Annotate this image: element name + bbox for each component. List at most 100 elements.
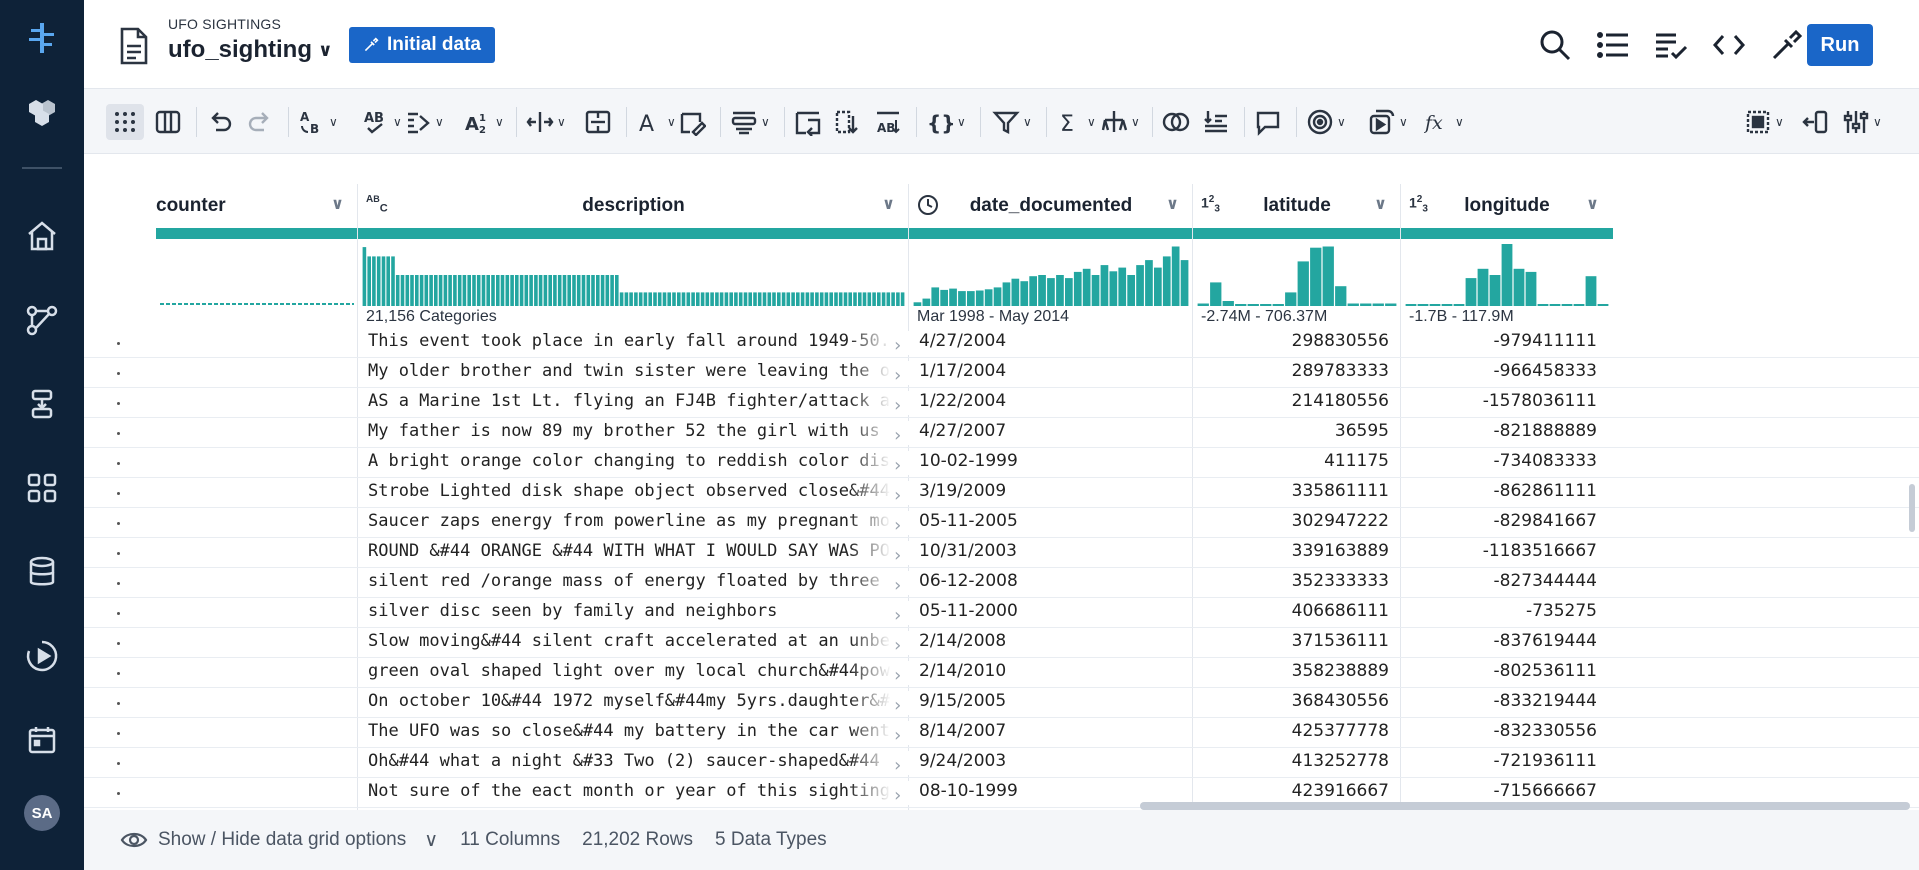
- histogram-bar[interactable]: [1597, 304, 1609, 306]
- date-cell[interactable]: 1/22/2004: [919, 391, 1189, 415]
- latitude-cell[interactable]: 36595: [1197, 421, 1389, 445]
- histogram-bar[interactable]: [1162, 256, 1171, 306]
- histogram-bar[interactable]: [1297, 261, 1309, 306]
- description-cell[interactable]: My older brother and twin sister were le…: [368, 361, 909, 385]
- histogram-bar[interactable]: [1372, 303, 1384, 307]
- histogram-bar[interactable]: [557, 275, 562, 306]
- histogram-bar[interactable]: [624, 292, 629, 306]
- date-cell[interactable]: 10-02-1999: [919, 451, 1189, 475]
- longitude-cell[interactable]: -734083333: [1405, 451, 1597, 475]
- histogram-bar[interactable]: [705, 292, 710, 306]
- histogram-bar[interactable]: [1465, 278, 1477, 306]
- histogram-bar[interactable]: [1047, 278, 1055, 306]
- description-cell[interactable]: The UFO was so close&#44 my battery in t…: [368, 721, 909, 745]
- histogram-bar[interactable]: [829, 292, 833, 306]
- undo-icon[interactable]: [206, 104, 234, 140]
- histogram-bar[interactable]: [1405, 304, 1417, 306]
- histogram-bar[interactable]: [1145, 260, 1153, 306]
- chevron-right-icon[interactable]: ›: [892, 695, 903, 715]
- histogram-bar[interactable]: [653, 292, 657, 306]
- histogram-bar[interactable]: [481, 275, 486, 306]
- histogram-bar[interactable]: [672, 292, 676, 306]
- column-header[interactable]: date_documented ∨: [909, 184, 1193, 228]
- split-column-icon[interactable]: ∨: [526, 104, 566, 140]
- histogram-bar[interactable]: [1091, 275, 1100, 306]
- horizontal-scrollbar[interactable]: [1140, 802, 1910, 810]
- histogram-bar[interactable]: [886, 292, 891, 306]
- histogram-bar[interactable]: [1065, 278, 1073, 306]
- date-cell[interactable]: 8/14/2007: [919, 721, 1189, 745]
- histogram-bar[interactable]: [734, 292, 738, 306]
- longitude-cell[interactable]: -821888889: [1405, 421, 1597, 445]
- histogram-bar[interactable]: [434, 275, 438, 306]
- extract-icon[interactable]: ∨: [730, 104, 770, 140]
- chevron-down-icon[interactable]: ∨: [882, 194, 895, 214]
- histogram-bar[interactable]: [913, 302, 922, 306]
- histogram-bar[interactable]: [1222, 301, 1234, 306]
- histogram-bar[interactable]: [438, 275, 443, 306]
- histogram-bar[interactable]: [1385, 303, 1397, 307]
- histogram-bar[interactable]: [891, 292, 895, 306]
- histogram-bar[interactable]: [605, 275, 610, 306]
- histogram-bar[interactable]: [367, 256, 371, 306]
- table-row[interactable]: A bright orange color changing to reddis…: [84, 448, 1919, 478]
- longitude-cell[interactable]: -1578036111: [1405, 391, 1597, 415]
- histogram-bar[interactable]: [786, 292, 791, 306]
- histogram-bar[interactable]: [791, 292, 795, 306]
- histogram-bar[interactable]: [748, 292, 752, 306]
- vertical-scrollbar[interactable]: [1909, 484, 1915, 532]
- histogram-bar[interactable]: [1525, 271, 1537, 306]
- histogram-bar[interactable]: [896, 292, 900, 306]
- product-logo-icon[interactable]: [22, 18, 62, 58]
- histogram-bar[interactable]: [724, 292, 729, 306]
- date-cell[interactable]: 3/19/2009: [919, 481, 1189, 505]
- histogram-bar[interactable]: [1247, 304, 1259, 306]
- chevron-right-icon[interactable]: ›: [892, 335, 903, 355]
- latitude-cell[interactable]: 298830556: [1197, 331, 1389, 355]
- chevron-right-icon[interactable]: ›: [892, 455, 903, 475]
- date-cell[interactable]: 1/17/2004: [919, 361, 1189, 385]
- initial-data-button[interactable]: Initial data: [349, 27, 495, 63]
- recipe-selector[interactable]: ufo_sighting ∨: [168, 36, 333, 64]
- chevron-down-icon[interactable]: ∨: [1586, 194, 1599, 214]
- description-cell[interactable]: This event took place in early fall arou…: [368, 331, 909, 355]
- histogram-bar[interactable]: [462, 275, 467, 306]
- histogram-bar[interactable]: [848, 292, 852, 306]
- histogram-bar[interactable]: [548, 275, 552, 306]
- histogram-bar[interactable]: [958, 291, 966, 306]
- histogram-bar[interactable]: [581, 275, 586, 306]
- histogram-bar[interactable]: [872, 292, 876, 306]
- comment-icon[interactable]: [1254, 104, 1282, 140]
- latitude-cell[interactable]: 425377778: [1197, 721, 1389, 745]
- ai-assistant-icon[interactable]: [22, 92, 62, 132]
- list-icon[interactable]: [1593, 25, 1633, 65]
- table-row[interactable]: Strobe Lighted disk shape object observe…: [84, 478, 1919, 508]
- histogram-bar[interactable]: [824, 292, 829, 306]
- date-cell[interactable]: 2/14/2008: [919, 631, 1189, 655]
- histogram-bar[interactable]: [772, 292, 776, 306]
- code-icon[interactable]: [1709, 25, 1749, 65]
- histogram-bar[interactable]: [381, 256, 386, 306]
- chevron-right-icon[interactable]: ›: [892, 485, 903, 505]
- histogram-bar[interactable]: [1285, 292, 1297, 306]
- chevron-right-icon[interactable]: ›: [892, 365, 903, 385]
- histogram-bar[interactable]: [519, 275, 524, 306]
- date-cell[interactable]: 05-11-2000: [919, 601, 1189, 625]
- jobs-run-icon[interactable]: [22, 636, 62, 676]
- import-data-icon[interactable]: [22, 384, 62, 424]
- histogram-bar[interactable]: [1441, 304, 1453, 306]
- histogram-bar[interactable]: [534, 275, 538, 306]
- histogram-bar[interactable]: [591, 275, 595, 306]
- table-row[interactable]: silver disc seen by family and neighbors…: [84, 598, 1919, 628]
- histogram-bar[interactable]: [993, 287, 1002, 306]
- table-row[interactable]: My father is now 89 my brother 52 the gi…: [84, 418, 1919, 448]
- histogram-bar[interactable]: [940, 289, 948, 306]
- histogram-bar[interactable]: [757, 292, 762, 306]
- histogram-bar[interactable]: [515, 275, 519, 306]
- chevron-right-icon[interactable]: ›: [892, 755, 903, 775]
- chevron-right-icon[interactable]: ›: [892, 785, 903, 805]
- histogram-bar[interactable]: [1171, 246, 1180, 307]
- histogram-bar[interactable]: [1417, 304, 1429, 306]
- table-row[interactable]: Saucer zaps energy from powerline as my …: [84, 508, 1919, 538]
- description-cell[interactable]: Strobe Lighted disk shape object observe…: [368, 481, 909, 505]
